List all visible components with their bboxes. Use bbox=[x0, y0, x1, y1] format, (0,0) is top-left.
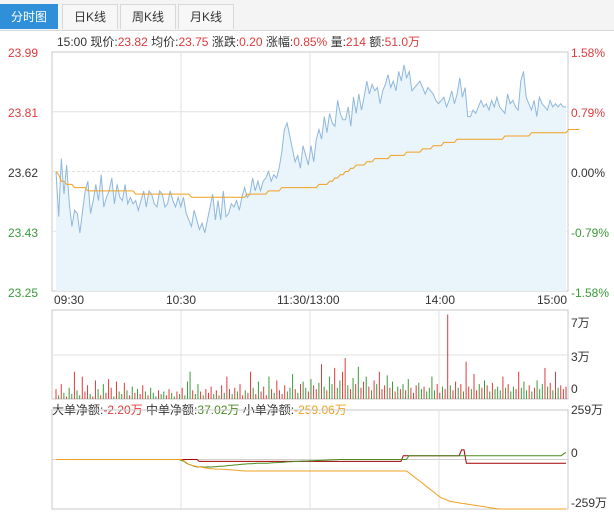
price-area bbox=[56, 64, 566, 292]
flow-plot bbox=[56, 449, 567, 510]
volume-plot bbox=[55, 314, 567, 399]
price-plot bbox=[55, 64, 580, 292]
intraday-chart bbox=[51, 51, 580, 510]
small-order-line bbox=[56, 459, 566, 510]
volume-grid bbox=[52, 310, 568, 399]
